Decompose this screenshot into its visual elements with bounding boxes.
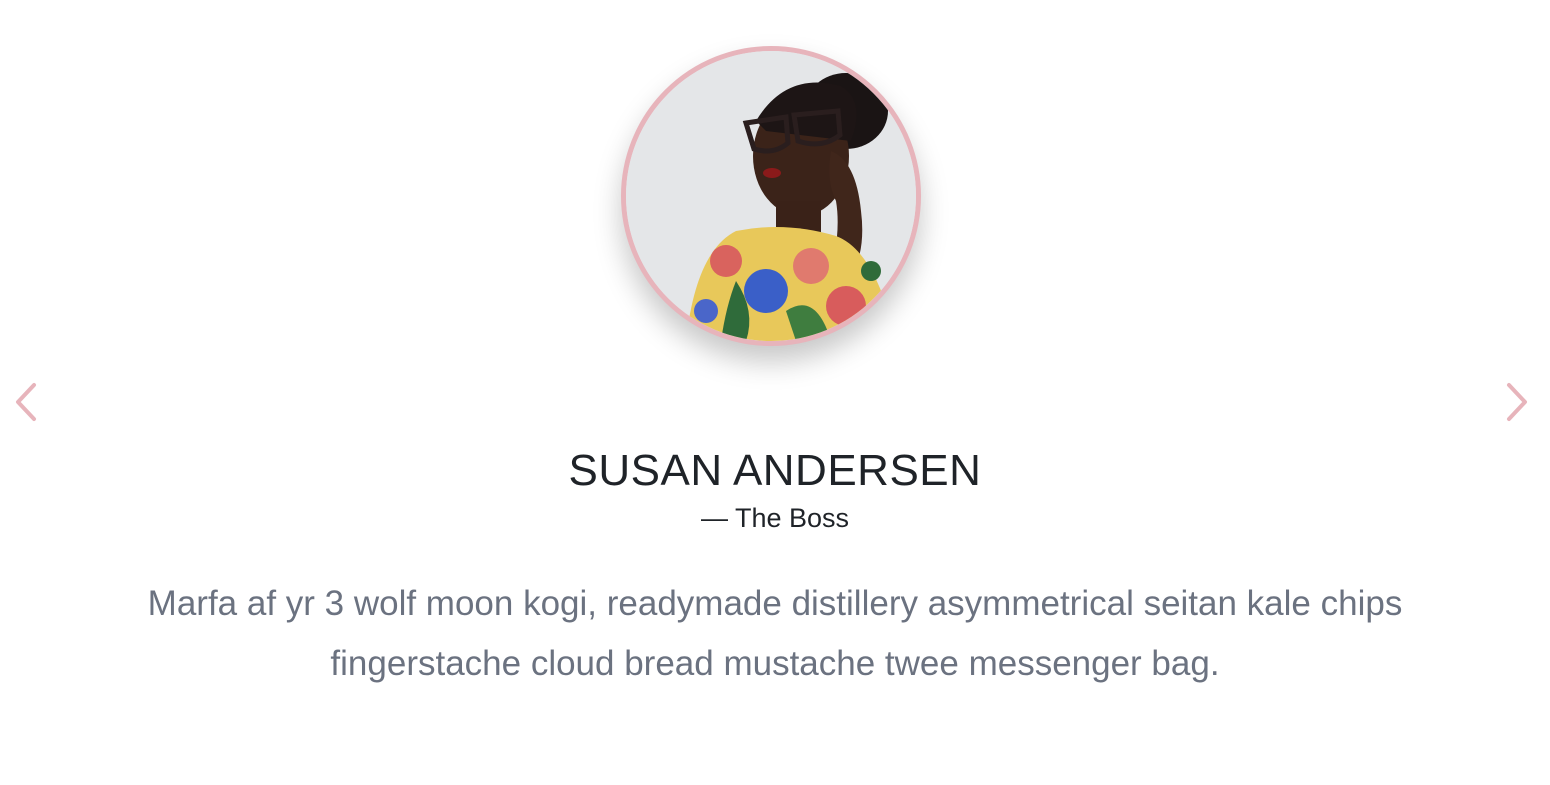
chevron-left-icon xyxy=(16,383,36,421)
person-name: SUSAN ANDERSEN xyxy=(568,446,982,495)
chevron-right-icon xyxy=(1507,383,1527,421)
avatar xyxy=(621,46,921,346)
testimonial-slide: SUSAN ANDERSEN — The Boss Marfa af yr 3 … xyxy=(0,0,1550,785)
next-slide-button[interactable] xyxy=(1502,380,1532,424)
prev-slide-button[interactable] xyxy=(11,380,41,424)
portrait-image xyxy=(626,51,916,341)
person-role: — The Boss xyxy=(700,503,850,533)
testimonial-quote: Marfa af yr 3 wolf moon kogi, readymade … xyxy=(147,584,1403,683)
